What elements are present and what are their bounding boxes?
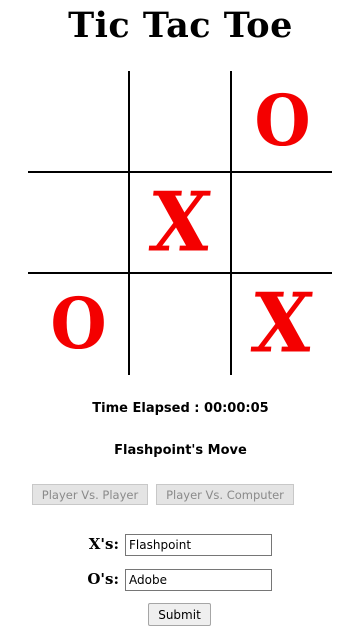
x-player-label: X's: bbox=[88, 535, 119, 553]
player-vs-player-button[interactable]: Player Vs. Player bbox=[32, 484, 148, 505]
cell-mark: O bbox=[253, 79, 311, 162]
player-vs-computer-button[interactable]: Player Vs. Computer bbox=[156, 484, 294, 505]
cell-mark: O bbox=[49, 282, 107, 365]
page-title: Tic Tac Toe bbox=[68, 5, 293, 46]
x-player-name-input[interactable] bbox=[125, 534, 272, 556]
board-cell-5[interactable]: X bbox=[130, 173, 230, 273]
board-cell-9[interactable]: X bbox=[232, 274, 332, 374]
o-player-name-input[interactable] bbox=[125, 569, 272, 591]
board-cell-6[interactable] bbox=[232, 173, 332, 273]
board-cell-7[interactable]: O bbox=[28, 274, 128, 374]
o-player-label: O's: bbox=[87, 570, 119, 588]
o-player-row: O's: bbox=[0, 569, 361, 593]
turn-indicator: Flashpoint's Move bbox=[114, 443, 247, 458]
board-cell-2[interactable] bbox=[130, 71, 230, 171]
board-cell-8[interactable] bbox=[130, 274, 230, 374]
submit-button[interactable]: Submit bbox=[148, 603, 211, 626]
cell-mark: X bbox=[145, 174, 216, 271]
board-cell-3[interactable]: O bbox=[232, 71, 332, 171]
time-elapsed: Time Elapsed : 00:00:05 bbox=[92, 401, 269, 416]
board-cell-1[interactable] bbox=[28, 71, 128, 171]
board-cell-4[interactable] bbox=[28, 173, 128, 273]
x-player-row: X's: bbox=[0, 534, 361, 558]
game-board: O X O X bbox=[28, 71, 332, 375]
cell-mark: X bbox=[247, 275, 318, 372]
